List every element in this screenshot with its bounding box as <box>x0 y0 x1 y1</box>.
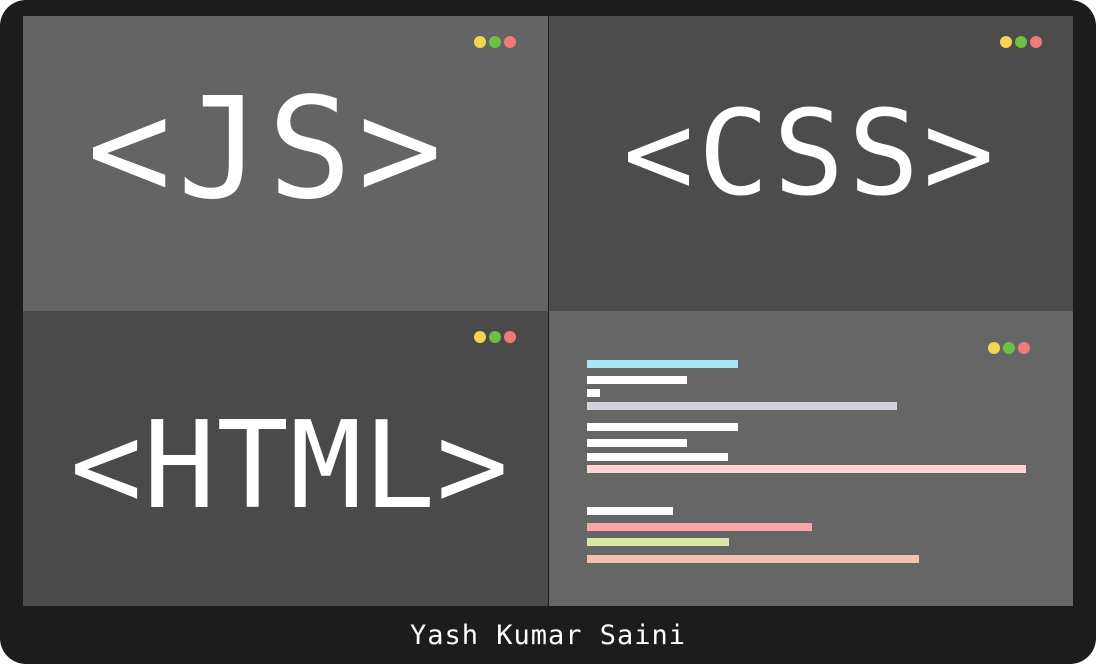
code-line <box>587 555 919 563</box>
yellow-dot-icon <box>474 331 486 343</box>
green-dot-icon <box>489 36 501 48</box>
window-controls <box>988 342 1030 354</box>
red-dot-icon <box>504 36 516 48</box>
window-controls <box>474 331 516 343</box>
code-line <box>587 423 738 431</box>
yellow-dot-icon <box>988 342 1000 354</box>
window-frame: <JS> <CSS> <HTML> Yash Kumar Saini <box>0 0 1096 664</box>
js-panel: <JS> <box>23 16 548 311</box>
code-line <box>587 465 1026 473</box>
code-line <box>587 523 812 531</box>
yellow-dot-icon <box>474 36 486 48</box>
author-caption: Yash Kumar Saini <box>0 606 1096 664</box>
red-dot-icon <box>1018 342 1030 354</box>
green-dot-icon <box>1003 342 1015 354</box>
code-line <box>587 360 738 368</box>
css-panel: <CSS> <box>549 16 1073 311</box>
code-line <box>587 507 673 515</box>
author-name: Yash Kumar Saini <box>409 619 687 651</box>
code-line <box>587 402 897 410</box>
html-label: <HTML> <box>70 397 510 536</box>
css-label: <CSS> <box>623 84 999 222</box>
code-line <box>587 538 729 546</box>
js-label: <JS> <box>87 68 449 231</box>
window-controls <box>474 36 516 48</box>
html-panel: <HTML> <box>23 311 548 606</box>
window-controls <box>1000 36 1042 48</box>
yellow-dot-icon <box>1000 36 1012 48</box>
red-dot-icon <box>1030 36 1042 48</box>
code-line <box>587 439 687 447</box>
red-dot-icon <box>504 331 516 343</box>
green-dot-icon <box>489 331 501 343</box>
code-line <box>587 376 687 384</box>
code-panel <box>549 311 1073 606</box>
code-line <box>587 453 728 461</box>
green-dot-icon <box>1015 36 1027 48</box>
code-line <box>587 389 600 397</box>
